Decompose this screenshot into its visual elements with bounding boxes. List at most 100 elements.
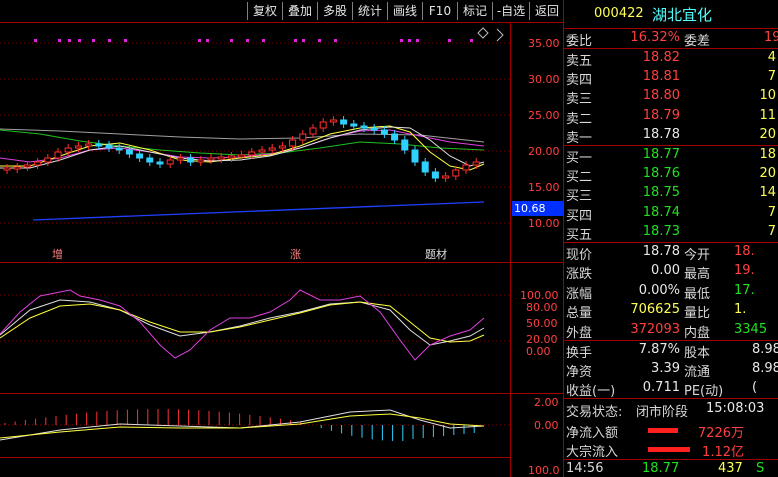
ask-row: 卖五 18.82 4 [564,49,778,69]
net-inflow-label: 净流入额 [566,426,619,441]
stat-value-2: 18. [734,244,755,259]
candle [238,154,246,158]
candle [166,159,174,165]
candle [268,147,276,151]
tick-side: S [756,461,765,476]
signal-dot [246,39,249,42]
tick-time: 14:56 [566,461,604,476]
candle [431,171,439,179]
candle [227,155,235,159]
signal-dot [318,39,321,42]
net-inflow-row: 净流入额 7226万 [564,421,778,441]
bid-row: 买四 18.74 7 [564,204,778,224]
fundamental-row: 换手 7.87% 股本 8.98 [564,341,778,361]
weibi-value: 16.32% [630,30,680,45]
stat-label-2: 内盘 [684,325,711,341]
bid-volume: 14 [759,185,776,201]
stat-row: 涨幅 0.00% 最低 17. [564,282,778,302]
signal-dot [294,39,297,42]
bid-row: 买三 18.75 14 [564,184,778,204]
fundamental-label-2: 流通 [684,365,711,381]
fundamental-value: 7.87% [638,342,680,357]
signal-dot [302,39,305,42]
bid-price: 18.76 [642,166,680,182]
block-inflow-label: 大宗流入 [566,445,619,460]
ask-price: 18.79 [642,107,680,123]
ma-long-line [32,201,485,221]
kline-chart[interactable]: 增 涨 题材 35.00 30.00 25.00 20.00 15.00 10.… [0,0,564,477]
macd-axis-label: 2.00 [534,396,559,409]
candle [34,161,42,166]
candle [44,157,52,163]
fundamental-value-2: ( [752,380,758,396]
fundamental-value-2: 8.98 [752,361,778,377]
weicha-value: 19 [764,30,778,45]
volume-axis-label: 100.0 [528,464,560,477]
candle [329,119,337,123]
event-label-ticai[interactable]: 题材 [425,247,447,261]
fundamental-label-2: 股本 [684,346,711,361]
chevron-right-icon[interactable] [496,28,504,42]
candle [64,147,72,153]
bid-price: 18.75 [642,185,680,201]
candle [74,145,82,149]
candle [472,161,480,166]
signal-dot [108,39,111,42]
price-axis-label: 15.00 [528,181,560,194]
weibi-label: 委比 [566,34,593,49]
signal-dot [416,39,419,42]
ask-volume: 10 [759,88,776,104]
stat-value-2: 3345 [734,321,768,337]
signal-dot [334,39,337,42]
stock-code[interactable]: 000422 [594,6,644,21]
stock-name[interactable]: 湖北宜化 [652,4,712,25]
candle [401,139,409,151]
ask-label: 卖一 [566,130,593,146]
kdj-axis-label: 0.00 [526,345,551,358]
bid-label: 买五 [566,227,593,243]
event-label-zhang[interactable]: 涨 [290,248,301,261]
bid-volume: 20 [759,166,776,182]
last-tick-row[interactable]: 14:56 18.77 437 S [564,460,778,477]
ask-price: 18.82 [642,50,680,65]
fundamental-row: 净资 3.39 流通 8.98 [564,360,778,381]
stat-label: 现价 [566,248,593,263]
stat-row: 外盘 372093 内盘 3345 [564,321,778,341]
signal-dot [206,39,209,42]
candle [370,127,378,131]
stat-value: 18.78 [642,244,680,259]
signal-dot [78,39,81,42]
candle [319,121,327,129]
stat-row: 现价 18.78 今开 18. [564,243,778,263]
signal-dot [448,39,451,42]
signal-dot [400,39,403,42]
signal-dots [34,39,473,42]
stat-label-2: 今开 [684,248,711,263]
diamond-icon[interactable] [477,27,489,39]
ask-row: 卖三 18.80 10 [564,87,778,107]
bid-label: 买一 [566,151,593,166]
price-axis-label: 35.00 [528,37,560,50]
ask-volume: 4 [767,50,776,65]
bid-row: 买五 18.73 7 [564,223,778,243]
stat-label-2: 最高 [684,267,711,283]
fundamental-row: 收益(一) 0.711 PE(动) ( [564,379,778,399]
candlestick-series [3,116,480,182]
ask-volume: 11 [759,107,776,123]
candle [421,161,429,173]
event-label-zeng[interactable]: 增 [52,247,63,261]
price-axis-label: 30.00 [528,73,560,86]
candle [442,175,450,179]
stat-row: 总量 706625 量比 1. [564,301,778,321]
candle [217,156,225,160]
candle [350,123,358,127]
kdj-axis-label: 50.00 [526,317,558,330]
signal-dot [34,39,37,42]
fundamental-value: 0.711 [642,380,680,396]
ask-row: 卖二 18.79 11 [564,107,778,127]
candle [85,143,93,147]
candle [299,133,307,141]
fundamental-value-2: 8.98 [752,342,778,357]
stat-label: 外盘 [566,325,593,341]
ask-price: 18.81 [642,69,680,85]
